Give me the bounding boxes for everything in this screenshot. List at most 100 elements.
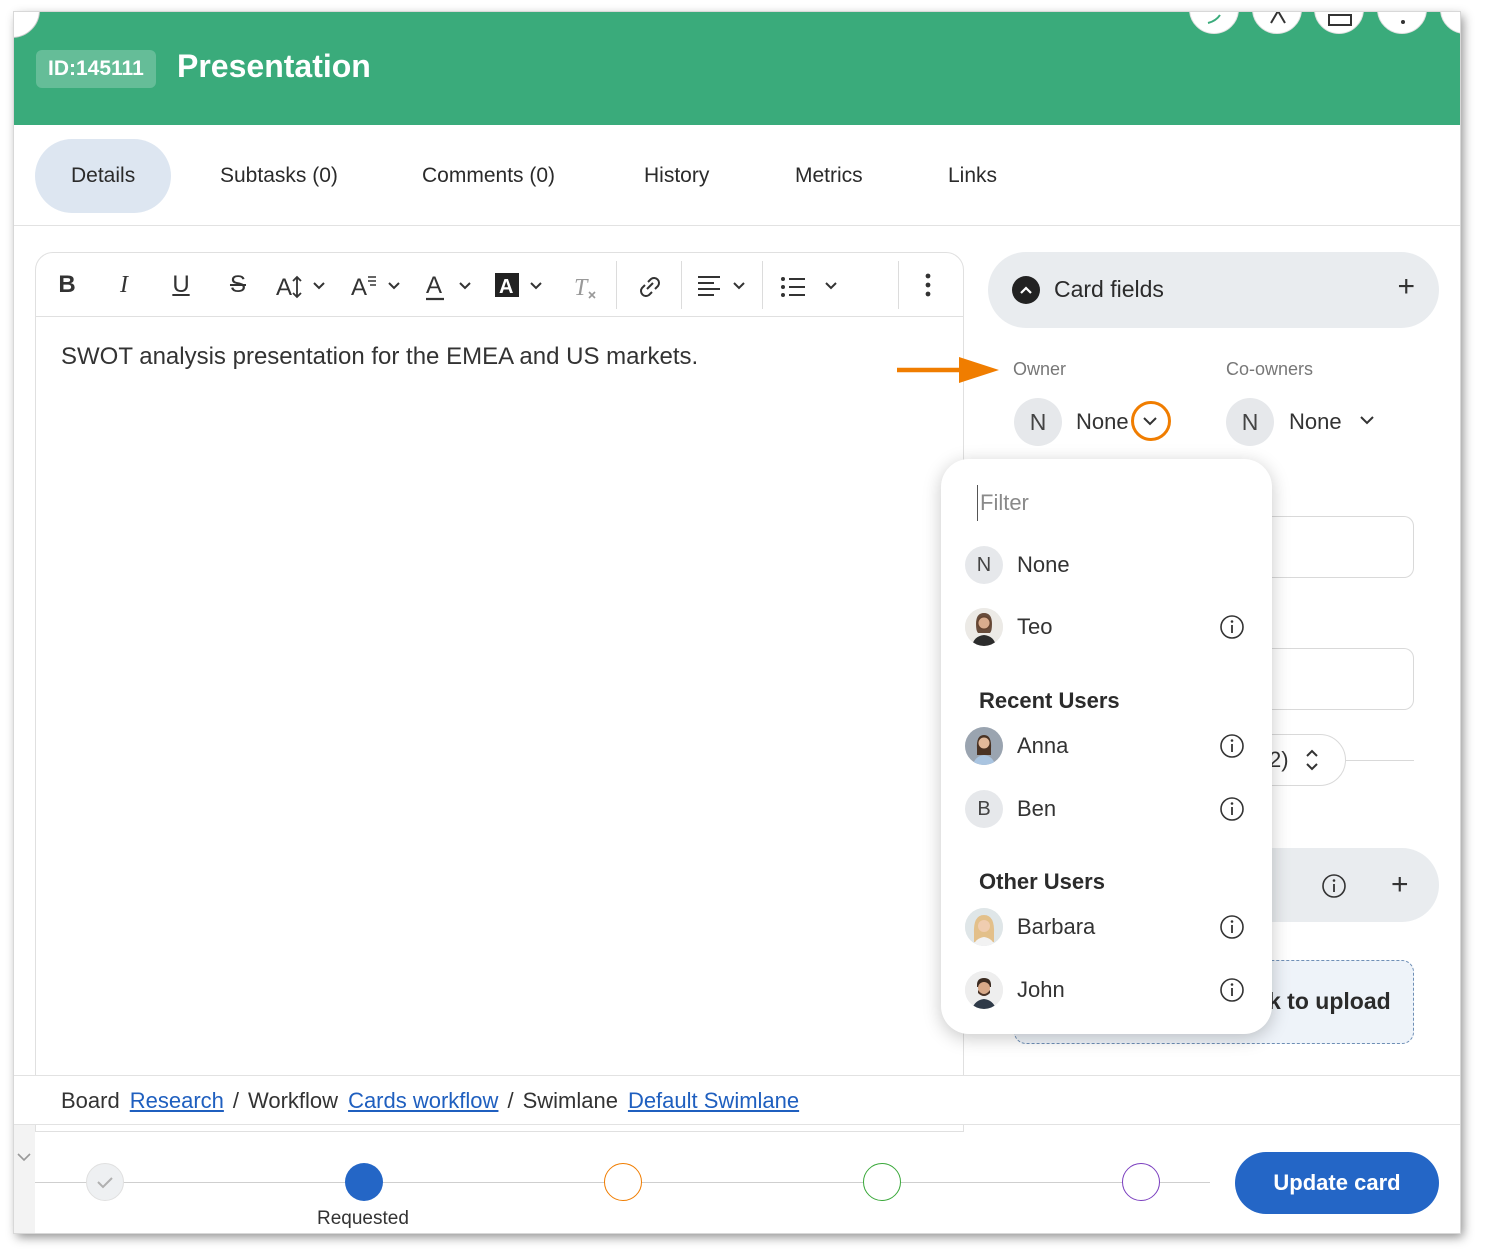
info-icon[interactable]	[1219, 614, 1245, 640]
font-color-icon[interactable]: A	[424, 265, 478, 305]
collapse-icon[interactable]	[1012, 276, 1040, 304]
tab-history[interactable]: History	[608, 139, 745, 213]
description-text[interactable]: SWOT analysis presentation for the EMEA …	[61, 343, 698, 371]
header-action-button[interactable]	[1440, 12, 1460, 34]
tab-subtasks[interactable]: Subtasks (0)	[184, 139, 374, 213]
chevron-down-icon[interactable]	[15, 1150, 33, 1164]
workflow-step[interactable]	[863, 1163, 901, 1201]
board-label: Board	[61, 1088, 120, 1113]
upload-label[interactable]: k to upload	[1268, 988, 1391, 1015]
description-editor[interactable]: B I U S A A A A T SWOT analysis presenta…	[35, 252, 964, 1132]
recent-users-heading: Recent Users	[979, 688, 1120, 713]
info-icon[interactable]	[1219, 914, 1245, 940]
more-icon	[1401, 20, 1405, 24]
card-header: ID:145111 Presentation	[14, 12, 1460, 125]
avatar	[965, 908, 1003, 946]
header-action-button[interactable]	[1314, 12, 1364, 34]
avatar	[965, 971, 1003, 1009]
swimlane-link[interactable]: Default Swimlane	[628, 1088, 799, 1113]
workflow-step-done[interactable]	[86, 1163, 124, 1201]
link-icon[interactable]	[636, 265, 664, 305]
tab-links[interactable]: Links	[912, 139, 1033, 213]
user-name: John	[1017, 977, 1065, 1002]
board-link[interactable]: Research	[130, 1088, 224, 1113]
svg-text:A: A	[351, 274, 367, 301]
card-dialog: ID:145111 Presentation Details Subtasks …	[14, 12, 1460, 1233]
editor-toolbar: B I U S A A A A T	[36, 253, 963, 317]
add-icon[interactable]: +	[1397, 270, 1415, 304]
user-option-john[interactable]: John	[965, 968, 1249, 1012]
toolbar-divider	[898, 261, 899, 309]
svg-text:A: A	[499, 276, 513, 298]
user-option-teo[interactable]: Teo	[965, 605, 1249, 649]
user-name: Teo	[1017, 614, 1053, 639]
svg-text:A: A	[426, 272, 442, 299]
other-users-heading: Other Users	[979, 869, 1105, 894]
tab-metrics[interactable]: Metrics	[759, 139, 899, 213]
swimlane-label: Swimlane	[522, 1088, 618, 1113]
arrow-icon	[897, 357, 999, 383]
card-id-badge: ID:145111	[36, 50, 156, 88]
owner-dropdown: N None Teo Recent Users Anna B Ben	[941, 459, 1272, 1034]
card-fields-title: Card fields	[1054, 276, 1164, 302]
tab-bar: Details Subtasks (0) Comments (0) Histor…	[14, 125, 1460, 226]
owner-value[interactable]: None	[1076, 409, 1129, 435]
user-option-none[interactable]: N None	[965, 543, 1249, 587]
svg-text:T: T	[574, 275, 589, 301]
comment-icon	[1207, 14, 1221, 24]
user-option-ben[interactable]: B Ben	[965, 787, 1249, 831]
divider	[1346, 760, 1414, 761]
tab-details[interactable]: Details	[35, 139, 172, 213]
chevron-down-icon	[1143, 417, 1157, 426]
filter-input[interactable]	[977, 485, 1237, 521]
strikethrough-icon[interactable]: S	[224, 265, 252, 305]
font-style-icon[interactable]: A	[351, 265, 407, 305]
avatar	[965, 727, 1003, 765]
font-size-icon[interactable]: A	[276, 265, 332, 305]
workflow-link[interactable]: Cards workflow	[348, 1088, 498, 1113]
clear-format-icon[interactable]: T	[572, 265, 600, 305]
coowners-value[interactable]: None	[1289, 409, 1342, 435]
owner-label: Owner	[1013, 359, 1067, 379]
update-card-button[interactable]: Update card	[1235, 1152, 1439, 1214]
info-icon[interactable]	[1219, 733, 1245, 759]
workflow-step[interactable]	[604, 1163, 642, 1201]
more-icon[interactable]	[920, 265, 936, 305]
info-icon[interactable]	[1321, 873, 1347, 899]
card-location-bar: Board Research / Workflow Cards workflow / Swi…	[14, 1075, 1460, 1125]
avatar: B	[965, 790, 1003, 828]
user-name: Barbara	[1017, 914, 1096, 939]
avatar: N	[965, 546, 1003, 584]
italic-icon[interactable]: I	[111, 265, 137, 305]
highlight-icon[interactable]: A	[495, 265, 549, 305]
chevron-down-icon[interactable]	[1357, 410, 1377, 430]
tab-comments[interactable]: Comments (0)	[386, 139, 591, 213]
avatar	[965, 608, 1003, 646]
user-option-anna[interactable]: Anna	[965, 724, 1249, 768]
card-title[interactable]: Presentation	[177, 48, 371, 85]
user-option-barbara[interactable]: Barbara	[965, 905, 1249, 949]
info-icon[interactable]	[1219, 977, 1245, 1003]
check-icon	[97, 1177, 113, 1189]
bold-icon[interactable]: B	[54, 265, 80, 305]
side-rail	[14, 1125, 35, 1233]
header-action-button[interactable]	[1377, 12, 1427, 34]
info-icon[interactable]	[1219, 796, 1245, 822]
header-action-button[interactable]	[1189, 12, 1239, 34]
owner-dropdown-toggle[interactable]	[1131, 401, 1171, 441]
list-icon[interactable]	[780, 265, 840, 305]
align-icon[interactable]	[698, 265, 750, 305]
user-name: Anna	[1017, 733, 1069, 758]
underline-icon[interactable]: U	[167, 265, 195, 305]
breadcrumb-separator: /	[232, 1088, 239, 1113]
workflow-step-current[interactable]	[345, 1163, 383, 1201]
board-icon	[1328, 14, 1352, 26]
card-fields-header[interactable]: Card fields +	[988, 252, 1439, 328]
toolbar-divider	[681, 261, 682, 309]
add-icon[interactable]: +	[1391, 868, 1409, 902]
workflow-step-label: Requested	[317, 1208, 409, 1229]
svg-text:A: A	[276, 274, 292, 301]
header-action-button[interactable]	[1252, 12, 1302, 34]
workflow-step[interactable]	[1122, 1163, 1160, 1201]
stepper-icon[interactable]	[1302, 745, 1322, 775]
